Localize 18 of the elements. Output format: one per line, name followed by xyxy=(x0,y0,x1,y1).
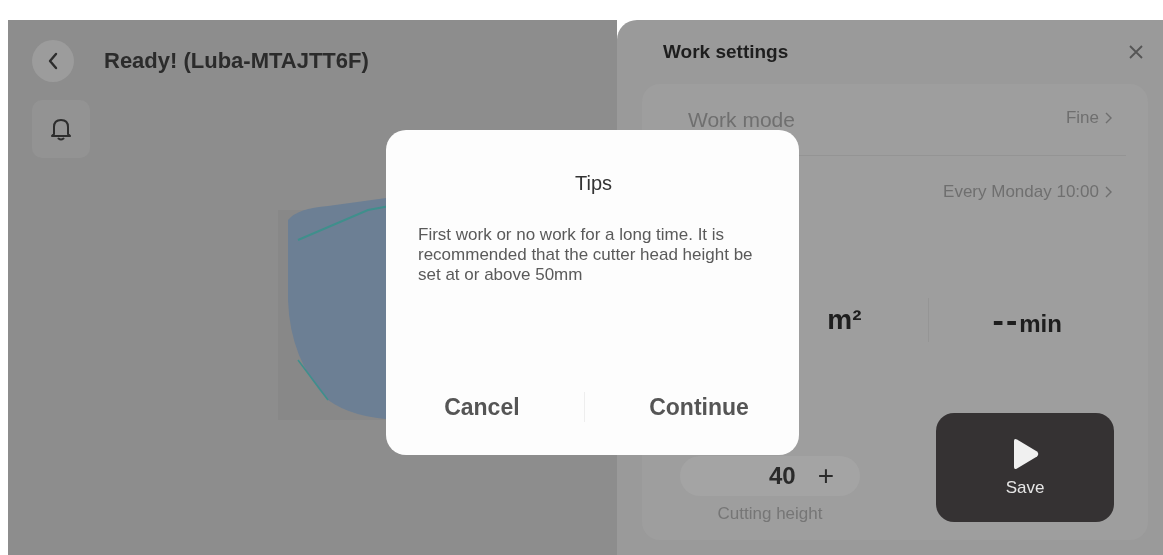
save-button[interactable]: Save xyxy=(936,413,1114,522)
close-icon[interactable] xyxy=(1128,44,1144,60)
bell-icon xyxy=(50,117,72,141)
continue-button[interactable]: Continue xyxy=(641,389,757,425)
panel-title: Work settings xyxy=(663,41,789,63)
area-stat: m² xyxy=(827,304,862,336)
back-button[interactable] xyxy=(32,40,74,82)
chevron-right-icon xyxy=(1105,186,1112,198)
height-value: 40 xyxy=(768,462,796,490)
increase-button[interactable]: + xyxy=(817,460,834,492)
device-status-title: Ready! (Luba-MTAJTT6F) xyxy=(104,48,369,74)
dialog-message: First work or no work for a long time. It is recommended that the cutter head height be set at or above 50mm xyxy=(418,225,753,285)
duration-stat: --min xyxy=(992,300,1062,340)
dialog-title: Tips xyxy=(574,172,612,195)
cancel-button[interactable]: Cancel xyxy=(436,389,528,425)
back-icon xyxy=(47,52,59,70)
notifications-button[interactable] xyxy=(32,100,90,158)
chevron-right-icon xyxy=(1105,112,1112,124)
